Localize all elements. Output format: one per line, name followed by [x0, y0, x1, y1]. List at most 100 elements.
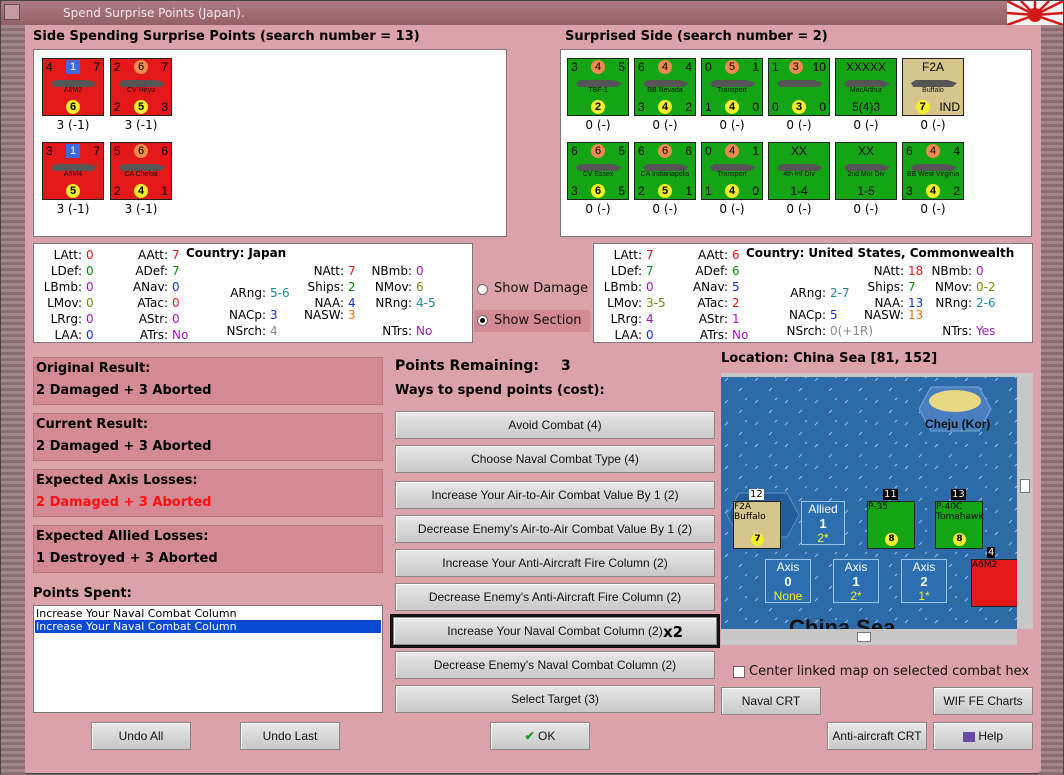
- unit-name: MacArthur: [849, 87, 883, 94]
- axis-sub: 1*: [918, 589, 930, 603]
- unit-caption: 3 (-1): [124, 202, 158, 216]
- stat-label: AStr:: [138, 312, 168, 326]
- unit-caption: 0 (-): [719, 202, 745, 216]
- map-unit-buffalo[interactable]: F2A Buffalo 7: [733, 501, 781, 549]
- ok-button[interactable]: ✔ OK: [490, 722, 590, 750]
- unit-value: 2: [638, 184, 645, 198]
- unit-caption: 0 (-): [719, 118, 745, 132]
- stat-value: 0: [86, 280, 94, 294]
- combat-hex-map[interactable]: Cheju (Kor) F2A Buffalo 7 12 Allied 1 2* …: [721, 373, 1017, 629]
- stat-value: 0: [172, 312, 180, 326]
- unit-value: 6: [134, 144, 148, 158]
- unit-counter[interactable]: 0 5 1 Transport 1 4 0: [701, 58, 763, 116]
- action-button[interactable]: Increase Your Anti-Aircraft Fire Column …: [395, 549, 715, 577]
- show-section-option[interactable]: Show Section: [474, 310, 590, 332]
- stat-label: NAtt:: [873, 264, 904, 278]
- stat-value: 0: [86, 264, 94, 278]
- title-bar: Spend Surprise Points (Japan).: [1, 1, 1063, 25]
- unit-counter[interactable]: 6 4 4 BB Nevada 3 4 2: [634, 58, 696, 116]
- unit-counter[interactable]: 6 4 4 BB West Virginia 3 4 2: [902, 142, 964, 200]
- result-title: Current Result:: [36, 417, 149, 432]
- action-button[interactable]: Decrease Enemy's Air-to-Air Combat Value…: [395, 515, 715, 543]
- allied-sub: 2*: [817, 531, 829, 545]
- stat-label: NBmb:: [371, 264, 412, 278]
- map-unit-tomahawk[interactable]: P-40C Tomahawk 8: [935, 501, 984, 549]
- stat-label: ATac:: [137, 296, 168, 310]
- action-button[interactable]: Avoid Combat (4): [395, 411, 715, 439]
- help-button[interactable]: Help: [933, 722, 1033, 750]
- unit-value: 3: [161, 100, 168, 114]
- list-item[interactable]: Increase Your Naval Combat Column: [35, 607, 381, 620]
- unit-counter[interactable]: 6 6 5 CV Essex 3 6 5: [567, 142, 629, 200]
- scroll-thumb[interactable]: [857, 632, 871, 642]
- stat-label: NASW:: [303, 308, 344, 322]
- unit-counter[interactable]: F2A Buffalo 7 IND: [902, 58, 964, 116]
- unit-counter[interactable]: 6 6 6 CA Indianapolis 2 5 1: [634, 142, 696, 200]
- stat-value: No: [732, 328, 749, 342]
- stat-label: NRng:: [375, 296, 412, 310]
- action-button[interactable]: Select Target (3): [395, 685, 715, 713]
- wif-fe-charts-button[interactable]: WIF FE Charts: [933, 687, 1033, 715]
- unit-bottom-values: 5: [43, 184, 103, 198]
- unit-counter[interactable]: XX 4th Inf Div 1-4: [768, 142, 830, 200]
- action-button[interactable]: Decrease Enemy's Anti-Aircraft Fire Colu…: [395, 583, 715, 611]
- stat-label: NBmb:: [931, 264, 972, 278]
- undo-last-button[interactable]: Undo Last: [240, 722, 340, 750]
- stat-atac: ATac: 0: [122, 296, 179, 310]
- anti-aircraft-crt-button[interactable]: Anti-aircraft CRT: [827, 722, 927, 750]
- stat-nsrch: NSrch: 0(+1R): [764, 324, 873, 338]
- action-button[interactable]: Choose Naval Combat Type (4): [395, 445, 715, 473]
- stat-label: LAA:: [614, 328, 642, 342]
- unit-counter[interactable]: 1 3 10 0 3 0: [768, 58, 830, 116]
- naval-crt-button[interactable]: Naval CRT: [721, 687, 821, 715]
- unit-value: XX: [790, 144, 807, 158]
- points-spent-list[interactable]: Increase Your Naval Combat Column Increa…: [33, 605, 383, 713]
- map-horizontal-scrollbar[interactable]: [721, 629, 1017, 645]
- unit-value: 0: [705, 60, 712, 74]
- system-menu-button[interactable]: [4, 4, 20, 20]
- action-button[interactable]: Decrease Enemy's Naval Combat Column (2): [395, 651, 715, 679]
- unit-counter[interactable]: 3 1 7 A5M4 5: [42, 142, 104, 200]
- stat-value: 7: [348, 264, 356, 278]
- help-button-label: Help: [978, 729, 1004, 743]
- unit-value: 6: [658, 144, 672, 158]
- unit-value: 0: [705, 144, 712, 158]
- list-item-selected[interactable]: Increase Your Naval Combat Column: [35, 620, 381, 633]
- unit-top-values: XX: [769, 144, 829, 158]
- stat-nsrch: NSrch: 4: [204, 324, 277, 338]
- action-button[interactable]: Increase Your Air-to-Air Combat Value By…: [395, 481, 715, 509]
- unit-value: 10: [812, 60, 826, 74]
- stat-aatt: AAtt: 7: [122, 248, 180, 262]
- center-linked-checkbox[interactable]: [733, 666, 745, 678]
- map-unit-label: F2A Buffalo: [734, 502, 766, 522]
- unit-value: 2: [591, 100, 605, 114]
- stat-value: 0: [86, 328, 94, 342]
- unit-caption: 0 (-): [585, 202, 611, 216]
- map-unit-a6m2[interactable]: A6M2: [971, 559, 1017, 607]
- stat-label: LRrg:: [50, 312, 82, 326]
- unit-counter[interactable]: 2 6 7 CV Hiryu 2 5 3: [110, 58, 172, 116]
- unit-counter[interactable]: XX 2nd Mot Div 1-5: [835, 142, 897, 200]
- unit-value: 1: [66, 144, 80, 158]
- unit-counter[interactable]: 0 4 1 Transport 1 4 0: [701, 142, 763, 200]
- show-section-radio[interactable]: [477, 315, 488, 326]
- undo-all-button[interactable]: Undo All: [91, 722, 191, 750]
- stat-lmov: LMov: 3-5: [598, 296, 665, 310]
- unit-counter[interactable]: 5 6 6 CA Chokai 2 4 1: [110, 142, 172, 200]
- ways-to-spend-label: Ways to spend points (cost):: [395, 383, 605, 398]
- unit-value: 4: [134, 184, 148, 198]
- unit-counter[interactable]: 4 1 7 A6M2 6: [42, 58, 104, 116]
- unit-counter[interactable]: 3 4 5 TBF-1 2: [567, 58, 629, 116]
- scroll-thumb[interactable]: [1020, 479, 1030, 493]
- show-damage-radio[interactable]: [477, 284, 488, 295]
- unit-caption: 0 (-): [853, 118, 879, 132]
- stat-label: LAA:: [54, 328, 82, 342]
- map-unit-p35[interactable]: P-35 8: [867, 501, 915, 549]
- result-box: Expected Axis Losses: 2 Damaged + 3 Abort…: [33, 469, 383, 517]
- map-vertical-scrollbar[interactable]: [1017, 373, 1033, 629]
- stat-nacp: NACp: 3: [204, 308, 278, 322]
- points-remaining-value: 3: [561, 358, 571, 374]
- show-damage-label: Show Damage: [494, 281, 589, 296]
- stat-ntrs: NTrs: No: [368, 324, 432, 338]
- unit-counter[interactable]: XXXXX MacArthur 5(4)3: [835, 58, 897, 116]
